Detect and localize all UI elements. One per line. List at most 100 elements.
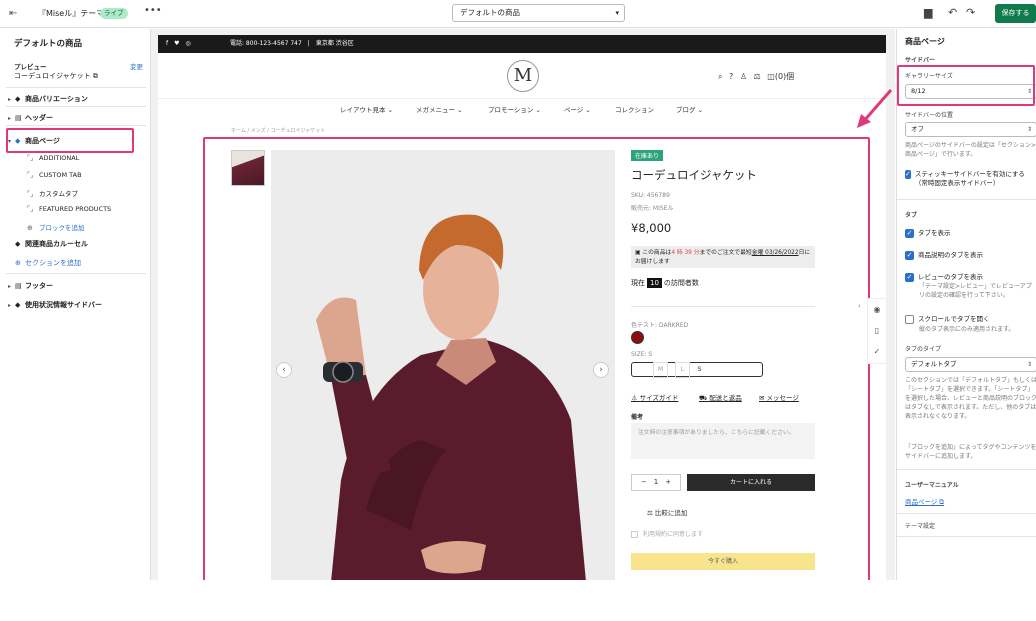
- highlight-box: [897, 65, 1035, 106]
- social-icons[interactable]: f ♥ ◎: [166, 35, 814, 53]
- tab-type-label: タブのタイプ: [905, 346, 942, 353]
- checkbox-checked-icon: ✓: [905, 272, 914, 282]
- checkbox-unchecked-icon: [905, 314, 914, 324]
- theme-name: 『Miseル』テーマ: [38, 9, 105, 18]
- sidebar-item-usage-sidebar[interactable]: ▸ ◆ 使用状況情報サイドバー: [8, 300, 102, 310]
- plus-circle-icon: ⊕: [27, 224, 33, 232]
- redo-icon[interactable]: ↷: [966, 6, 975, 19]
- checkbox-checked-icon: ✓: [905, 228, 914, 238]
- arrow-annotation: [857, 89, 893, 128]
- nav-item-promotion[interactable]: プロモーション ⌄: [488, 104, 541, 114]
- description-tab-checkbox[interactable]: ✓ 商品説明のタブを表示: [905, 249, 983, 260]
- add-section-button[interactable]: ⊕ セクションを追加: [15, 258, 81, 268]
- select-arrows-icon: ⇕: [1026, 126, 1032, 133]
- tabs-heading: タブ: [905, 212, 918, 219]
- header-icons: ⌕ ? ♙ ⚖ ◫(0)個: [718, 71, 794, 82]
- floating-side-tabs: ◉ ▯ ✓: [867, 298, 887, 364]
- page-template-label: デフォルトの商品: [460, 8, 520, 17]
- nav-item-collection[interactable]: コレクション: [615, 104, 654, 114]
- eye-icon[interactable]: ◉: [868, 299, 886, 320]
- search-icon[interactable]: ⌕: [718, 72, 722, 81]
- checkbox-checked-icon: ✓: [905, 170, 911, 179]
- nav-item-pages[interactable]: ページ ⌄: [564, 104, 591, 114]
- block-icon: ⌜⌟: [27, 154, 34, 162]
- theme-settings-link[interactable]: テーマ設定: [905, 521, 935, 530]
- divider: [6, 106, 146, 107]
- preview-change-link[interactable]: 変更: [130, 61, 143, 71]
- undo-icon[interactable]: ↶: [948, 6, 957, 19]
- review-tab-checkbox[interactable]: ✓ レビューのタブを表示: [905, 271, 983, 282]
- bottom-whitespace: [0, 580, 1036, 621]
- divider: [897, 469, 1036, 470]
- manual-link[interactable]: 商品ページ ⧉: [905, 496, 944, 507]
- block-featured-products[interactable]: ⌜⌟ FEATURED PRODUCTS: [27, 205, 111, 213]
- nav-item-layout[interactable]: レイアウト見本 ⌄: [340, 104, 393, 114]
- sticky-sidebar-checkbox[interactable]: ✓ スティッキーサイドバーを有効にする（常時固定表示サイドバー）: [905, 170, 1036, 188]
- tag-icon: ◆: [15, 95, 21, 103]
- block-custom-tab[interactable]: ⌜⌟ CUSTOM TAB: [27, 171, 82, 179]
- help-icon[interactable]: ?: [729, 72, 733, 81]
- block-note: 「ブロックを追加」によってタグやコンテンツをサイドバーに追加します。: [905, 444, 1036, 460]
- show-tabs-checkbox[interactable]: ✓ タブを表示: [905, 227, 951, 238]
- page-template-select[interactable]: デフォルトの商品 ▾: [452, 4, 625, 22]
- tab-type-note: このセクションでは「デフォルトタブ」もしくは「シートタブ」を選択できます。「シー…: [905, 377, 1036, 420]
- divider: [897, 199, 1036, 200]
- chevron-right-icon: ▸: [8, 115, 12, 122]
- block-custom-tab-jp[interactable]: ⌜⌟ カスタムタブ: [27, 188, 78, 198]
- highlight-box: [6, 128, 134, 153]
- sidebar-item-related-carousel[interactable]: ◆ 関連商品カルーセル: [15, 239, 88, 249]
- left-sidebar: デフォルトの商品 プレビュー 変更 コーデュロイジャケット ⧉ ▸ ◆ 商品バリエー…: [0, 29, 151, 580]
- tab-type-select[interactable]: デフォルトタブ ⇕: [905, 357, 1036, 372]
- divider: [6, 125, 146, 126]
- sidebar-position-label: サイドバーの位置: [905, 112, 954, 119]
- nav-item-blog[interactable]: ブログ ⌄: [676, 104, 703, 114]
- store-logo[interactable]: M: [507, 60, 539, 92]
- collapse-icon[interactable]: ‹: [858, 302, 861, 310]
- sidebar-item-footer[interactable]: ▸ ▤ フッター: [8, 281, 53, 291]
- add-block-button[interactable]: ⊕ ブロックを追加: [27, 222, 85, 232]
- nav-item-megamenu[interactable]: メガメニュー ⌄: [416, 104, 463, 114]
- preview-label: プレビュー: [14, 63, 47, 71]
- external-link-icon: ⧉: [92, 72, 98, 80]
- more-actions-button[interactable]: •••: [144, 5, 162, 16]
- announcement-bar: 電話: 800-123-4567 747 | 東京都 渋谷区 f ♥ ◎: [158, 35, 886, 53]
- settings-panel: 商品ページ サイドバー ギャラリーサイズ 8/12 ⇕ サイドバーの位置 オフ ⇕ …: [896, 29, 1036, 580]
- divider: [897, 513, 1036, 514]
- save-button[interactable]: 保存する: [995, 4, 1036, 23]
- top-bar: ⇤ 『Miseル』テーマ ライブ ••• デフォルトの商品 ▾ ▆ ↶ ↷ 保存…: [0, 0, 1036, 28]
- highlight-box: [203, 137, 870, 599]
- header-icon: ▤: [15, 114, 22, 122]
- manual-heading: ユーザーマニュアル: [905, 482, 959, 489]
- cart-count: (0)個: [774, 72, 795, 81]
- chevron-right-icon: ▸: [8, 302, 12, 309]
- tag-icon: ◆: [15, 301, 21, 309]
- block-additional[interactable]: ⌜⌟ ADDITIONAL: [27, 154, 79, 162]
- sidebar-item-header[interactable]: ▸ ▤ ヘッダー: [8, 113, 53, 123]
- check-icon[interactable]: ✓: [868, 341, 886, 362]
- caret-down-icon: ▾: [615, 9, 619, 17]
- select-arrows-icon: ⇕: [1026, 361, 1032, 368]
- checkbox-checked-icon: ✓: [905, 250, 914, 260]
- block-icon: ⌜⌟: [27, 171, 34, 179]
- sidebar-item-variations[interactable]: ▸ ◆ 商品バリエーション: [8, 94, 88, 104]
- chevron-right-icon: ▸: [8, 283, 12, 290]
- clipboard-icon[interactable]: ▯: [868, 320, 886, 341]
- block-icon: ⌜⌟: [27, 205, 34, 213]
- sidebar-position-select[interactable]: オフ ⇕: [905, 122, 1036, 137]
- tag-icon: ◆: [15, 240, 21, 248]
- nav-divider: [158, 98, 886, 99]
- plus-circle-icon: ⊕: [15, 259, 21, 267]
- preview-value: コーデュロイジャケット ⧉: [14, 72, 98, 80]
- desktop-view-icon[interactable]: ▆: [924, 6, 932, 19]
- block-icon: ⌜⌟: [27, 190, 34, 198]
- breadcrumb: ホーム / メンズ / コーデュロイジャケット: [231, 128, 326, 134]
- compare-icon[interactable]: ⚖: [754, 72, 761, 81]
- live-badge: ライブ: [100, 8, 128, 19]
- exit-icon[interactable]: ⇤: [9, 8, 17, 19]
- settings-title: 商品ページ: [905, 37, 945, 46]
- sidebar-note: 商品ページのサイドバーの設定は「セクション>商品ページ」で行います。: [905, 142, 1036, 158]
- review-note: 「テーマ設定>レビュー」でレビューアプリの設定の確認を行って下さい。: [919, 283, 1032, 299]
- scroll-tabs-checkbox[interactable]: スクロールでタブを開く: [905, 313, 990, 324]
- user-icon[interactable]: ♙: [740, 72, 747, 81]
- cart-icon[interactable]: ◫: [767, 72, 775, 81]
